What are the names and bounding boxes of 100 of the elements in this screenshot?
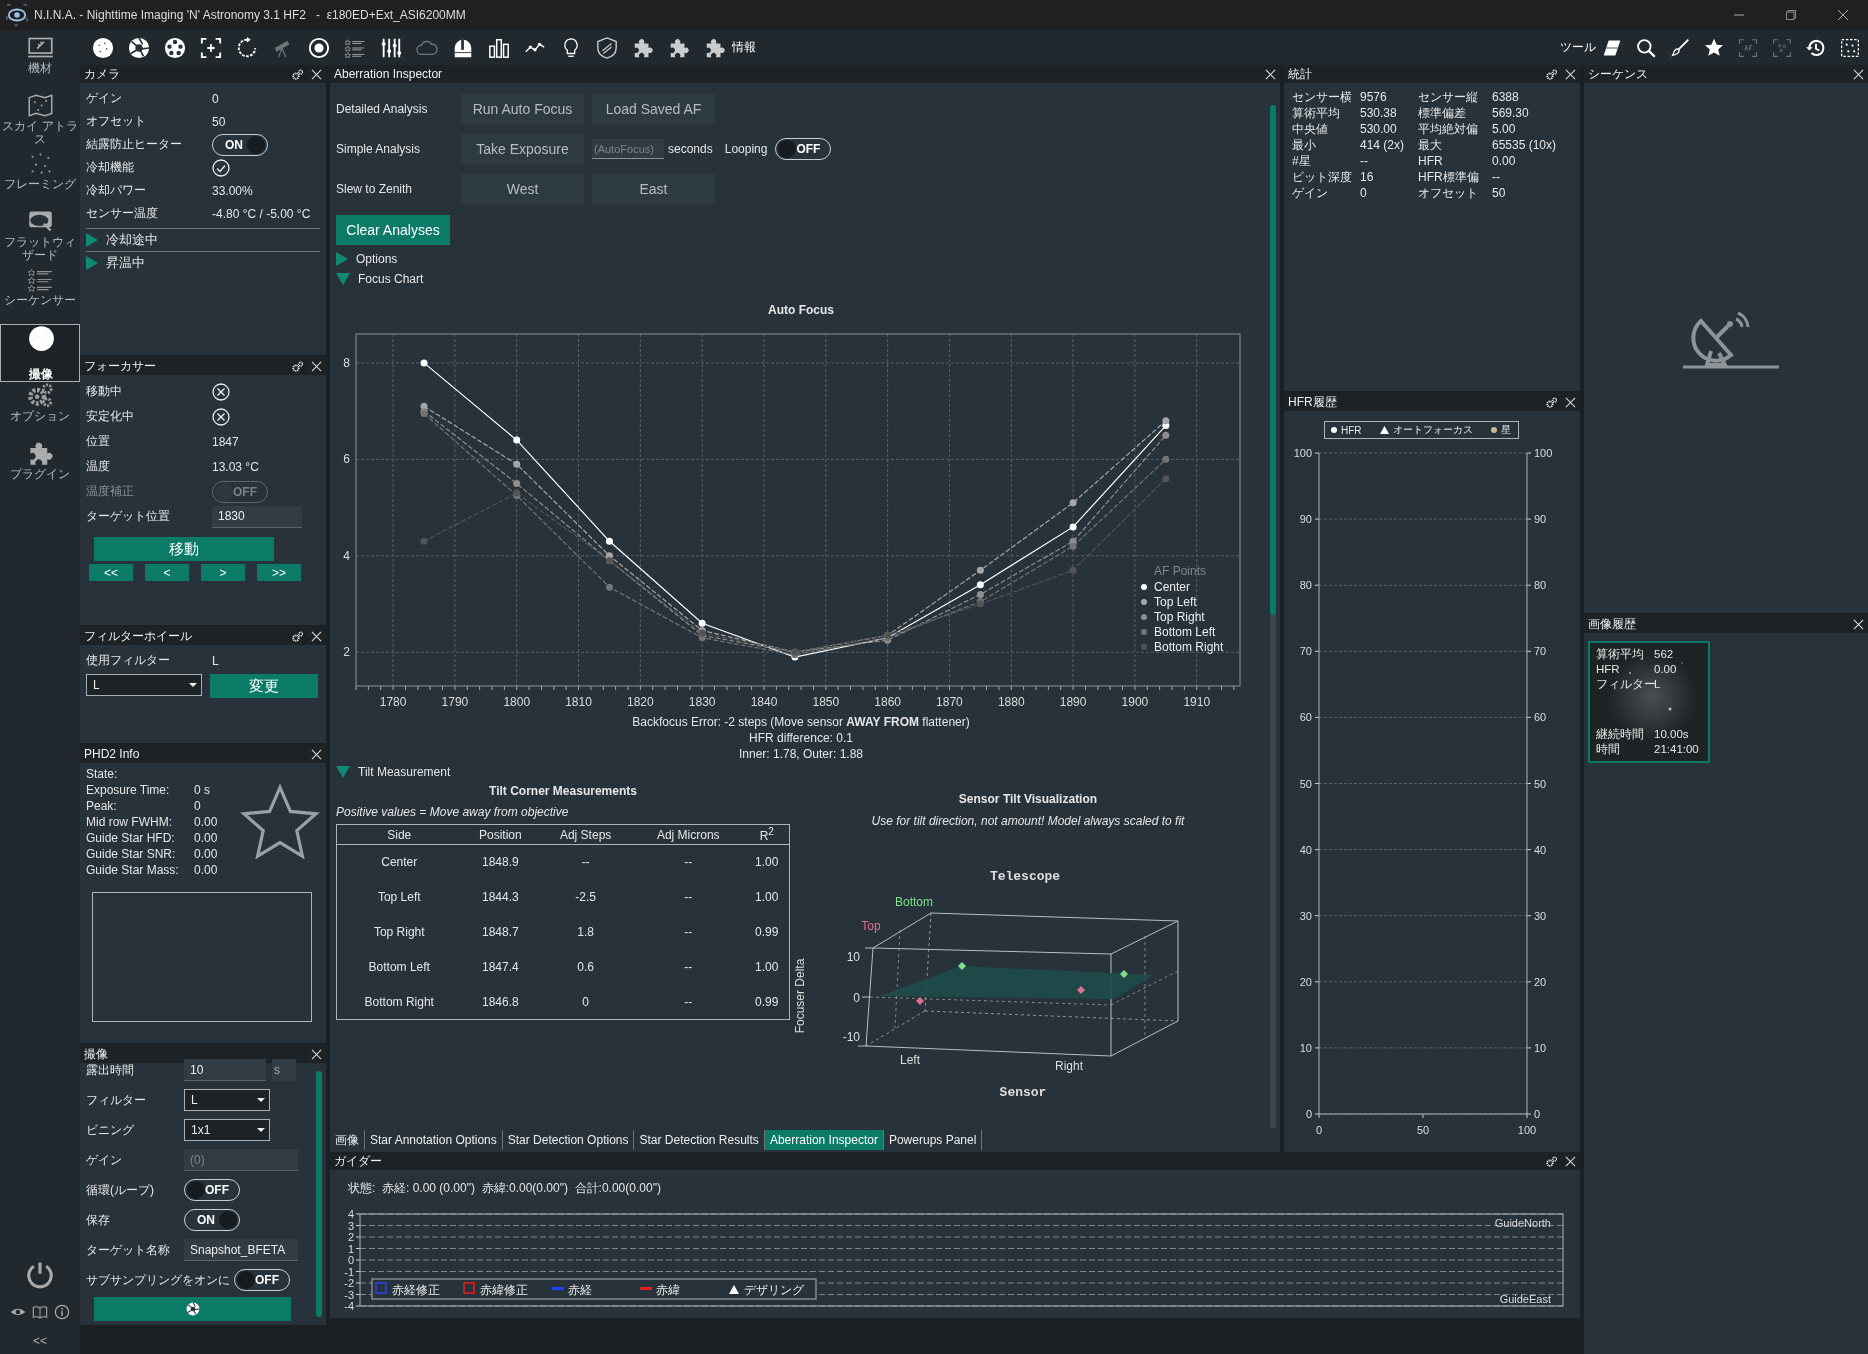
close-icon[interactable] <box>1853 618 1864 630</box>
puzzle-icon[interactable] <box>668 36 690 59</box>
settings-icon[interactable] <box>1546 1155 1557 1167</box>
axis-tick-label: 100 <box>1534 447 1553 459</box>
table-cell-text: -- <box>683 959 694 976</box>
section-toggle[interactable]: 昇温中 <box>86 251 320 271</box>
axis-tick-label: 20 <box>1534 975 1547 988</box>
star-list-icon[interactable] <box>344 36 366 59</box>
input-field[interactable]: 10 <box>184 1059 266 1081</box>
sky-chart-icon[interactable] <box>92 36 114 59</box>
aperture-icon[interactable] <box>128 36 150 59</box>
brush-icon[interactable] <box>1670 37 1690 58</box>
nav-item[interactable]: 撮像 <box>0 324 80 382</box>
power-icon[interactable] <box>25 1260 55 1290</box>
tab[interactable]: Star Annotation Options <box>365 1130 503 1150</box>
step-button[interactable]: < <box>145 564 189 581</box>
scrollbar[interactable] <box>316 1071 322 1317</box>
field-label: 露出時間 <box>86 1061 135 1079</box>
stat-value: 569.30 <box>1492 105 1530 121</box>
shield-icon[interactable] <box>596 36 618 59</box>
step-button[interactable]: << <box>89 564 133 581</box>
settings-icon[interactable] <box>292 630 303 642</box>
section-toggle[interactable]: Tilt Measurement <box>336 762 1266 782</box>
puzzle-icon[interactable] <box>704 36 726 59</box>
dropdown[interactable]: 1x1 <box>184 1119 270 1141</box>
step-button[interactable]: >> <box>257 564 301 581</box>
axis-tick-label: 1910 <box>1183 695 1211 709</box>
search-icon[interactable] <box>1636 37 1656 58</box>
nav-item[interactable]: スカイ アトラス <box>0 92 80 150</box>
close-icon[interactable] <box>1853 68 1864 80</box>
close-icon[interactable] <box>1565 396 1576 408</box>
nav-item[interactable]: フラットウィザード <box>0 208 80 266</box>
section-toggle[interactable]: Options <box>336 249 1266 269</box>
triangle-icon <box>336 273 350 285</box>
puzzle-icon[interactable] <box>632 36 654 59</box>
input-field[interactable]: Snapshot_BFETA <box>184 1239 298 1261</box>
action-button[interactable]: Load Saved AF <box>592 94 715 124</box>
close-icon[interactable] <box>1838 10 1848 20</box>
tab[interactable]: 画像 <box>330 1130 365 1150</box>
close-icon[interactable] <box>1565 68 1576 80</box>
close-icon[interactable] <box>311 360 322 372</box>
star-icon[interactable] <box>1704 37 1724 58</box>
nav-item[interactable]: オプション <box>0 382 80 440</box>
dropdown[interactable]: L <box>86 674 202 696</box>
axis-tick-label: 1850 <box>812 695 840 709</box>
close-icon[interactable] <box>1265 68 1276 80</box>
bar-chart-icon[interactable] <box>488 36 510 59</box>
settings-icon[interactable] <box>1546 68 1557 80</box>
step-button[interactable]: > <box>201 564 245 581</box>
close-icon[interactable] <box>311 748 322 760</box>
move-button[interactable]: 移動 <box>94 537 274 561</box>
settings-icon[interactable] <box>292 68 303 80</box>
axis-tick-label: 10 <box>1299 1041 1312 1054</box>
focus-bracket-icon[interactable] <box>200 36 222 59</box>
maximize-icon[interactable] <box>1786 10 1796 20</box>
close-icon[interactable] <box>1565 1155 1576 1167</box>
axis-tick-label: 1780 <box>379 695 407 709</box>
axis-tick-label: 3 <box>347 1219 354 1232</box>
input-field[interactable]: 1830 <box>212 505 302 528</box>
input-field[interactable]: (AutoFocus) <box>592 139 664 159</box>
tab[interactable]: Powerups Panel <box>883 1130 983 1150</box>
nav-item[interactable]: シーケンサー <box>0 266 80 324</box>
settings-icon[interactable] <box>1546 396 1557 408</box>
action-button[interactable]: Run Auto Focus <box>461 94 584 124</box>
close-icon[interactable] <box>311 630 322 642</box>
clear-analyses-button[interactable]: Clear Analyses <box>336 215 450 245</box>
action-button[interactable]: East <box>592 174 715 204</box>
book-icon[interactable] <box>32 1304 48 1320</box>
scrollbar[interactable] <box>1270 105 1276 1128</box>
axis-tick-label: 1830 <box>688 695 716 709</box>
history-card[interactable]: 算術平均 562 HFR 0.00 フィルターL 継続時間 10.00s 時間 21:41:00 <box>1588 641 1710 763</box>
dropdown[interactable]: L <box>184 1089 270 1111</box>
input-field[interactable]: (0) <box>184 1149 298 1171</box>
toolbar-label: 情報 <box>732 39 756 56</box>
stat-value: 50 <box>1492 185 1507 201</box>
filter-wheel-icon[interactable] <box>164 36 186 59</box>
field-label: 算術平均 <box>1596 647 1645 662</box>
info-icon[interactable] <box>54 1304 70 1320</box>
section-toggle[interactable]: Focus Chart <box>336 269 1266 289</box>
action-button[interactable]: Take Exposure <box>461 134 584 164</box>
close-icon[interactable] <box>311 68 322 80</box>
field-value: 0.00 <box>194 863 219 878</box>
settings-icon[interactable] <box>292 360 303 372</box>
nav-item[interactable]: プラグイン <box>0 440 80 498</box>
sliders-icon[interactable] <box>380 36 402 59</box>
section-toggle[interactable]: 冷却途中 <box>86 228 320 248</box>
dots-frame-icon[interactable] <box>1840 37 1860 58</box>
target-icon[interactable] <box>308 36 330 59</box>
tab[interactable]: Aberration Inspector <box>764 1130 884 1150</box>
nav-item[interactable]: 機材 <box>0 34 80 92</box>
rotate-icon[interactable] <box>236 36 258 59</box>
tab[interactable]: Star Detection Options <box>502 1130 635 1150</box>
close-icon[interactable] <box>311 1048 322 1060</box>
tab[interactable]: Star Detection Results <box>634 1130 765 1150</box>
action-button[interactable]: West <box>461 174 584 204</box>
collapse-button[interactable]: << <box>33 1334 47 1348</box>
history-icon[interactable] <box>1806 37 1826 58</box>
nav-item[interactable]: フレーミング <box>0 150 80 208</box>
table-cell: Top Left <box>336 879 462 915</box>
change-button[interactable]: 変更 <box>210 674 318 698</box>
